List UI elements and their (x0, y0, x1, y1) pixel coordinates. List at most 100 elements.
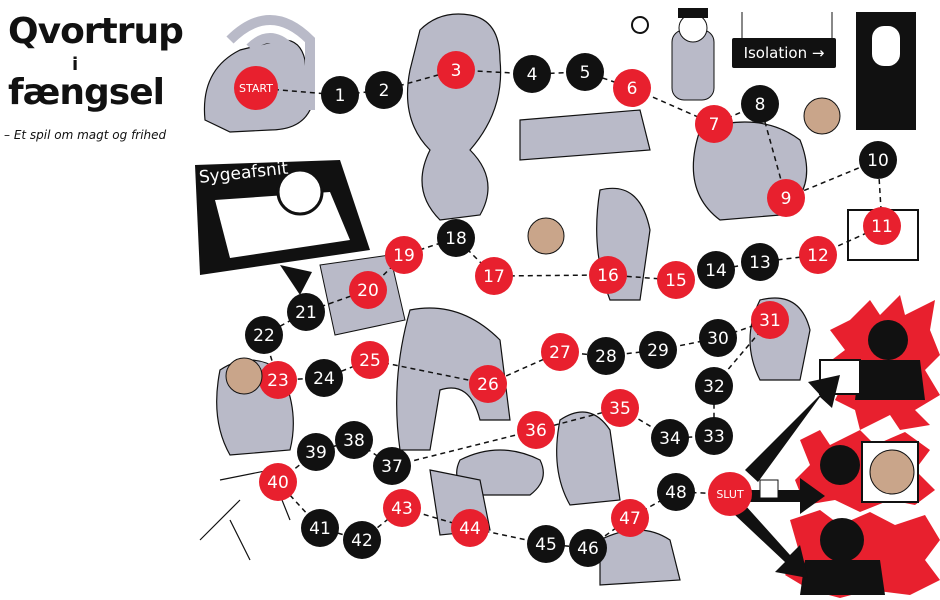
burst-top-figure-head (868, 320, 908, 360)
board-square-42: 42 (343, 521, 381, 559)
board-square-label: 47 (619, 509, 641, 529)
board-square-40: 40 (259, 463, 297, 501)
burst-middle-figure-head (820, 445, 860, 485)
board-square-13: 13 (741, 243, 779, 281)
board-square-4: 4 (513, 55, 551, 93)
board-square-11: 11 (863, 207, 901, 245)
board-square-18: 18 (437, 219, 475, 257)
burst-top-figure-body (855, 360, 925, 400)
cello-figure-illustration (556, 411, 621, 506)
board-square-start: START (234, 66, 278, 110)
board-square-label: 5 (580, 63, 591, 83)
board-square-label: 45 (535, 535, 557, 555)
board-square-label: 42 (351, 531, 373, 551)
board-square-2: 2 (365, 71, 403, 109)
board-square-15: 15 (657, 261, 695, 299)
board-square-29: 29 (639, 331, 677, 369)
desk-scene-illustration (519, 109, 651, 161)
board-square-label: 21 (295, 303, 317, 323)
board-square-label: 16 (597, 266, 619, 286)
board-square-label: 1 (335, 86, 346, 106)
board-square-28: 28 (587, 337, 625, 375)
board-square-label: 28 (595, 347, 617, 367)
board-square-label: 46 (577, 539, 599, 559)
board-square-27: 27 (541, 333, 579, 371)
board-square-label: SLUT (716, 488, 744, 501)
board-square-33: 33 (695, 417, 733, 455)
board-square-label: 8 (755, 95, 766, 115)
board-square-16: 16 (589, 256, 627, 294)
board-square-36: 36 (517, 411, 555, 449)
face-photo-finish (869, 449, 915, 495)
board-square-label: 37 (381, 457, 403, 477)
board-square-label: 38 (343, 431, 365, 451)
bed-arrow-icon (280, 265, 312, 295)
board-square-label: 41 (309, 519, 331, 539)
officer-head (678, 13, 708, 43)
board-square-label: 24 (313, 369, 335, 389)
face-photo-23 (225, 357, 263, 395)
board-square-label: 39 (305, 443, 327, 463)
board-square-label: 35 (609, 399, 631, 419)
board-square-8: 8 (741, 85, 779, 123)
board-square-14: 14 (697, 251, 735, 289)
board-square-23: 23 (259, 361, 297, 399)
board-square-label: 19 (393, 246, 415, 266)
board-square-label: 26 (477, 375, 499, 395)
burst-bottom-figure-body (800, 560, 885, 595)
board-square-46: 46 (569, 529, 607, 567)
game-title-line1: Qvortrup (8, 11, 184, 52)
board-square-22: 22 (245, 316, 283, 354)
board-square-1: 1 (321, 76, 359, 114)
board-square-label: START (239, 82, 273, 95)
board-square-label: 17 (483, 267, 505, 287)
board-square-3: 3 (437, 51, 475, 89)
board-square-label: 32 (703, 377, 725, 397)
isolation-door-window (872, 26, 900, 66)
board-square-label: 6 (627, 79, 638, 99)
face-photo-8 (803, 97, 841, 135)
board-square-label: 12 (807, 246, 829, 266)
board-square-label: 2 (379, 81, 390, 101)
board-square-label: 31 (759, 311, 781, 331)
board-square-34: 34 (651, 419, 689, 457)
board-square-label: 14 (705, 261, 727, 281)
board-square-41: 41 (301, 509, 339, 547)
board-square-label: 29 (647, 341, 669, 361)
board-square-label: 13 (749, 253, 771, 273)
board-square-24: 24 (305, 359, 343, 397)
game-subtitle: – Et spil om magt og frihed (4, 128, 167, 142)
board-square-label: 44 (459, 519, 481, 539)
board-square-label: 10 (867, 151, 889, 171)
board-square-label: 15 (665, 271, 687, 291)
keys-icon (631, 16, 649, 34)
board-square-5: 5 (566, 53, 604, 91)
board-square-label: 48 (665, 483, 687, 503)
board-square-43: 43 (383, 489, 421, 527)
board-square-44: 44 (451, 509, 489, 547)
board-square-35: 35 (601, 389, 639, 427)
board-square-label: 22 (253, 326, 275, 346)
board-square-25: 25 (351, 341, 389, 379)
board-square-48: 48 (657, 473, 695, 511)
board-square-label: 7 (709, 115, 720, 135)
board-square-10: 10 (859, 141, 897, 179)
board-square-30: 30 (699, 319, 737, 357)
board-square-37: 37 (373, 447, 411, 485)
board-square-45: 45 (527, 525, 565, 563)
board-square-21: 21 (287, 293, 325, 331)
board-square-20: 20 (349, 271, 387, 309)
board-square-31: 31 (751, 301, 789, 339)
face-photo-17 (527, 217, 565, 255)
game-title-line3: fængsel (8, 72, 165, 113)
board-square-label: 23 (267, 371, 289, 391)
board-square-label: 18 (445, 229, 467, 249)
giant-figure-illustration (406, 13, 502, 221)
board-square-38: 38 (335, 421, 373, 459)
board-square-label: 43 (391, 499, 413, 519)
board-square-6: 6 (613, 69, 651, 107)
board-square-label: 34 (659, 429, 681, 449)
board-square-19: 19 (385, 236, 423, 274)
board-square-label: 36 (525, 421, 547, 441)
officer-cap (678, 8, 708, 18)
